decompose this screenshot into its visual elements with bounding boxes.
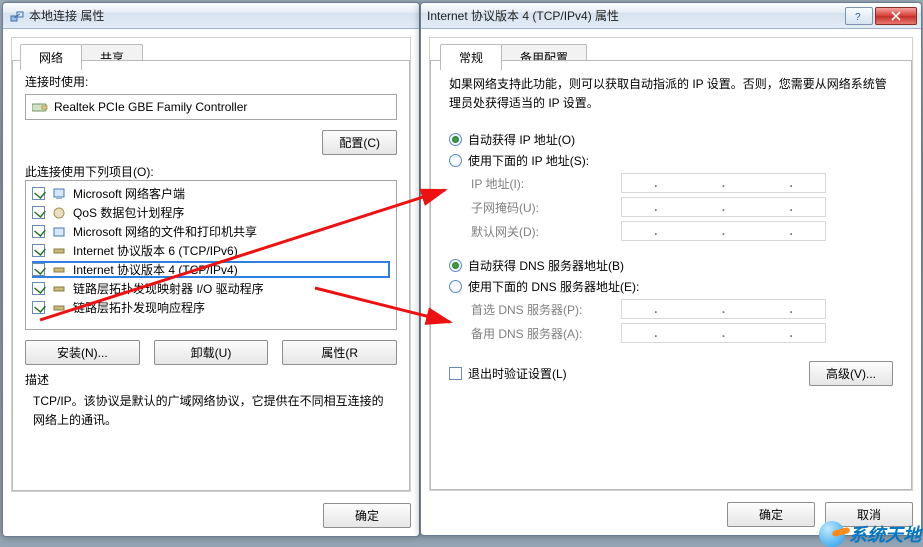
validate-on-exit-checkbox[interactable]: 退出时验证设置(L): [449, 365, 809, 382]
titlebar-right[interactable]: Internet 协议版本 4 (TCP/IPv4) 属性 ?: [421, 3, 921, 29]
svg-text:?: ?: [855, 12, 861, 21]
adapter-field[interactable]: Realtek PCIe GBE Family Controller: [25, 94, 397, 120]
default-gateway-label: 默认网关(D):: [471, 223, 621, 240]
alternate-dns-label: 备用 DNS 服务器(A):: [471, 325, 621, 342]
adapter-name: Realtek PCIe GBE Family Controller: [54, 100, 247, 114]
close-button[interactable]: [875, 7, 917, 25]
intro-text: 如果网络支持此功能，则可以获取自动指派的 IP 设置。否则，您需要从网络系统管理…: [449, 75, 893, 113]
properties-button[interactable]: 属性(R: [282, 340, 397, 365]
connect-using-label: 连接时使用:: [25, 73, 397, 90]
configure-button[interactable]: 配置(C): [322, 130, 397, 155]
uninstall-button[interactable]: 卸载(U): [154, 340, 269, 365]
preferred-dns-label: 首选 DNS 服务器(P):: [471, 301, 621, 318]
network-icon: [9, 8, 25, 24]
description-label: 描述: [25, 371, 397, 388]
radio-auto-ip[interactable]: 自动获得 IP 地址(O): [449, 131, 893, 148]
ok-button-left[interactable]: 确定: [323, 503, 411, 528]
radio-icon[interactable]: [449, 133, 462, 146]
install-button[interactable]: 安装(N)...: [25, 340, 140, 365]
annotation-arrow-lower: [310, 280, 460, 335]
subnet-mask-input[interactable]: ...: [621, 197, 826, 217]
tcpipv4-properties-window: Internet 协议版本 4 (TCP/IPv4) 属性 ? 常规 备用配置 …: [420, 2, 922, 536]
description-text: TCP/IP。该协议是默认的广域网络协议，它提供在不同相互连接的网络上的通讯。: [33, 392, 389, 430]
checkbox-icon[interactable]: [449, 367, 462, 380]
advanced-button[interactable]: 高级(V)...: [809, 361, 893, 386]
tab-network[interactable]: 网络: [20, 44, 82, 70]
watermark-text: 系统天地: [849, 521, 921, 547]
radio-icon[interactable]: [449, 154, 462, 167]
tab-general[interactable]: 常规: [440, 44, 502, 70]
preferred-dns-input[interactable]: ...: [621, 299, 826, 319]
radio-manual-ip[interactable]: 使用下面的 IP 地址(S):: [449, 152, 893, 169]
ip-address-label: IP 地址(I):: [471, 175, 621, 192]
ip-address-input[interactable]: ...: [621, 173, 826, 193]
ok-button-right[interactable]: 确定: [727, 502, 815, 527]
default-gateway-input[interactable]: ...: [621, 221, 826, 241]
titlebar-left[interactable]: 本地连接 属性: [3, 3, 419, 29]
help-button[interactable]: ?: [845, 7, 873, 25]
watermark: 系统天地: [819, 521, 921, 547]
window-title-right: Internet 协议版本 4 (TCP/IPv4) 属性: [427, 7, 845, 24]
radio-manual-dns[interactable]: 使用下面的 DNS 服务器地址(E):: [449, 278, 893, 295]
window-title-left: 本地连接 属性: [29, 7, 415, 24]
alternate-dns-input[interactable]: ...: [621, 323, 826, 343]
adapter-icon: [32, 101, 48, 113]
items-label: 此连接使用下列项目(O):: [25, 163, 397, 180]
radio-auto-dns[interactable]: 自动获得 DNS 服务器地址(B): [449, 257, 893, 274]
globe-icon: [819, 521, 845, 547]
subnet-mask-label: 子网掩码(U):: [471, 199, 621, 216]
